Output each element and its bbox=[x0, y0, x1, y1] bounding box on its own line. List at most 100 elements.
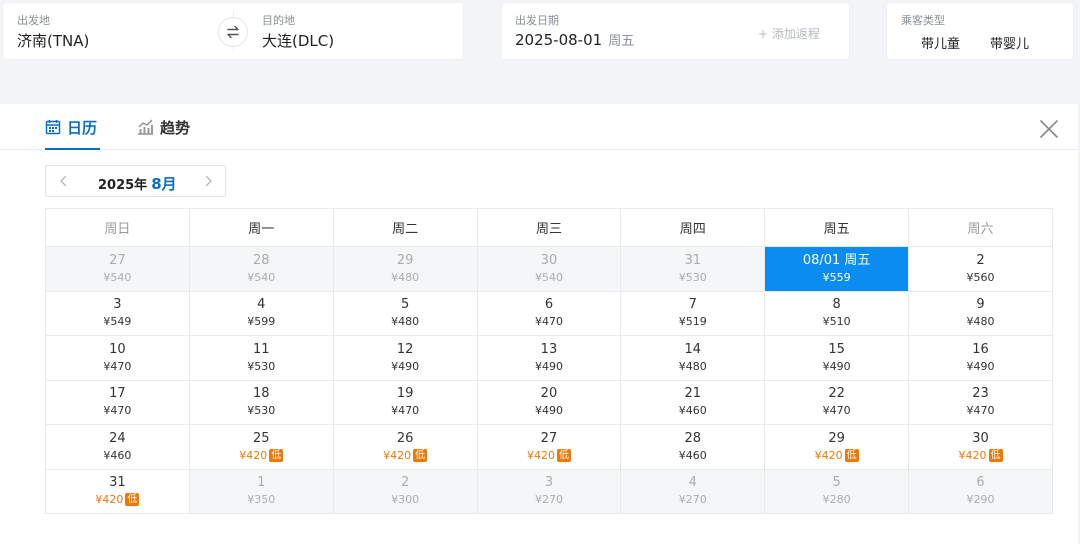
low-price-badge: 低 bbox=[556, 448, 571, 462]
day-price: ¥300 bbox=[391, 493, 420, 507]
day-price-row: ¥490 bbox=[765, 359, 908, 374]
day-price: ¥490 bbox=[966, 359, 995, 373]
calendar-day-cell[interactable]: 21 ¥460 bbox=[620, 379, 766, 425]
calendar-day-cell[interactable]: 13 ¥490 bbox=[476, 335, 622, 381]
day-number: 30 bbox=[972, 430, 989, 446]
day-price-row: ¥460 bbox=[621, 403, 764, 418]
day-price-row: ¥510 bbox=[765, 314, 908, 329]
day-price: ¥470 bbox=[391, 404, 420, 418]
day-number: 9 bbox=[976, 297, 985, 313]
day-price-row: ¥480 bbox=[334, 314, 477, 329]
tab-calendar[interactable]: 日历 bbox=[45, 117, 100, 150]
prev-month-icon[interactable] bbox=[56, 173, 72, 189]
calendar-day-cell[interactable]: 18 ¥530 bbox=[188, 379, 334, 425]
trend-chart-icon bbox=[138, 119, 153, 135]
calendar-day-cell[interactable]: 30 ¥420 低 bbox=[908, 424, 1053, 470]
calendar-week-row: 27 ¥540 28 ¥540 29 ¥480 30 ¥540 31 ¥530 08/01 周五 ¥5… bbox=[45, 246, 1053, 292]
calendar-day-cell[interactable]: 6 ¥470 bbox=[476, 290, 622, 336]
calendar-body: 27 ¥540 28 ¥540 29 ¥480 30 ¥540 31 ¥530 08/01 周五 ¥5… bbox=[45, 246, 1053, 514]
day-price-row: ¥420 低 bbox=[909, 448, 1052, 463]
day-price: ¥530 bbox=[247, 404, 276, 418]
calendar-day-cell[interactable]: 2 ¥300 bbox=[332, 468, 478, 514]
date-field[interactable]: 2025-08-01 周五 bbox=[515, 30, 634, 49]
day-price: ¥470 bbox=[103, 359, 132, 373]
calendar-day-cell[interactable]: 3 ¥270 bbox=[476, 468, 622, 514]
low-price-badge: 低 bbox=[988, 448, 1003, 462]
calendar-day-cell[interactable]: 20 ¥490 bbox=[476, 379, 622, 425]
with-child-option[interactable]: 带儿童 bbox=[921, 33, 960, 52]
day-price: ¥540 bbox=[534, 270, 563, 284]
calendar-day-cell[interactable]: 15 ¥490 bbox=[764, 335, 910, 381]
calendar-day-cell[interactable]: 22 ¥470 bbox=[764, 379, 910, 425]
calendar-day-cell[interactable]: 30 ¥540 bbox=[476, 246, 622, 292]
calendar-day-cell[interactable]: 10 ¥470 bbox=[45, 335, 190, 381]
day-price: ¥290 bbox=[966, 493, 995, 507]
calendar-day-cell[interactable]: 25 ¥420 低 bbox=[188, 424, 334, 470]
calendar-day-cell[interactable]: 16 ¥490 bbox=[908, 335, 1053, 381]
calendar-day-cell[interactable]: 4 ¥270 bbox=[620, 468, 766, 514]
calendar-day-cell[interactable]: 11 ¥530 bbox=[188, 335, 334, 381]
day-number: 29 bbox=[396, 252, 414, 268]
calendar-day-cell[interactable]: 29 ¥420 低 bbox=[764, 424, 910, 470]
with-infant-option[interactable]: 带婴儿 bbox=[990, 33, 1029, 52]
calendar-day-cell[interactable]: 29 ¥480 bbox=[332, 246, 478, 292]
day-price-row: ¥549 bbox=[46, 314, 189, 329]
calendar-day-cell[interactable]: 19 ¥470 bbox=[332, 379, 478, 425]
calendar-day-cell[interactable]: 27 ¥540 bbox=[45, 246, 190, 292]
calendar-day-cell[interactable]: 28 ¥540 bbox=[188, 246, 334, 292]
calendar-day-cell[interactable]: 2 ¥560 bbox=[908, 246, 1053, 292]
day-price: ¥420 bbox=[383, 448, 412, 462]
day-price-row: ¥470 bbox=[46, 403, 189, 418]
calendar-day-cell[interactable]: 12 ¥490 bbox=[332, 335, 478, 381]
day-price-row: ¥290 bbox=[909, 492, 1052, 507]
dest-field[interactable]: 大连(DLC) bbox=[262, 30, 334, 51]
weekday-mon: 周一 bbox=[188, 208, 334, 247]
close-icon[interactable] bbox=[1038, 118, 1060, 140]
calendar-day-cell[interactable]: 27 ¥420 低 bbox=[476, 424, 622, 470]
calendar-day-cell[interactable]: 6 ¥290 bbox=[908, 468, 1053, 514]
day-price: ¥420 bbox=[239, 448, 268, 462]
swap-route-button[interactable] bbox=[218, 17, 248, 47]
day-price: ¥420 bbox=[814, 448, 843, 462]
day-price: ¥460 bbox=[103, 448, 132, 462]
calendar-day-cell[interactable]: 9 ¥480 bbox=[908, 290, 1053, 336]
calendar-day-cell[interactable]: 08/01 周五 ¥559 bbox=[764, 246, 910, 292]
day-number: 16 bbox=[972, 341, 989, 357]
day-price: ¥270 bbox=[534, 493, 563, 507]
calendar-day-cell[interactable]: 24 ¥460 bbox=[45, 424, 190, 470]
calendar-day-cell[interactable]: 4 ¥599 bbox=[188, 290, 334, 336]
day-price: ¥519 bbox=[678, 315, 707, 329]
origin-field[interactable]: 济南(TNA) bbox=[17, 30, 89, 51]
day-number: 6 bbox=[976, 475, 985, 491]
route-card: 出发地 济南(TNA) 目的地 大连(DLC) bbox=[3, 3, 463, 59]
calendar-day-cell[interactable]: 31 ¥530 bbox=[620, 246, 766, 292]
current-year: 2025年 bbox=[98, 178, 148, 193]
date-label: 出发日期 bbox=[515, 14, 559, 27]
calendar-day-cell[interactable]: 26 ¥420 低 bbox=[332, 424, 478, 470]
calendar-day-cell[interactable]: 17 ¥470 bbox=[45, 379, 190, 425]
add-return-button[interactable]: + 添加返程 bbox=[758, 25, 820, 42]
calendar-day-cell[interactable]: 28 ¥460 bbox=[620, 424, 766, 470]
weekday-fri: 周五 bbox=[764, 208, 910, 247]
day-number: 23 bbox=[972, 386, 989, 402]
calendar-day-cell[interactable]: 14 ¥480 bbox=[620, 335, 766, 381]
day-price: ¥530 bbox=[247, 359, 276, 373]
day-number: 31 bbox=[109, 475, 126, 491]
day-price-row: ¥470 bbox=[334, 403, 477, 418]
calendar-day-cell[interactable]: 23 ¥470 bbox=[908, 379, 1053, 425]
calendar-day-cell[interactable]: 8 ¥510 bbox=[764, 290, 910, 336]
day-price: ¥599 bbox=[247, 315, 276, 329]
day-price-row: ¥280 bbox=[765, 492, 908, 507]
day-number: 2 bbox=[400, 475, 410, 491]
day-price: ¥470 bbox=[103, 404, 132, 418]
calendar-day-cell[interactable]: 7 ¥519 bbox=[620, 290, 766, 336]
calendar-day-cell[interactable]: 1 ¥350 bbox=[188, 468, 334, 514]
tab-trend[interactable]: 趋势 bbox=[137, 117, 197, 150]
calendar-day-cell[interactable]: 5 ¥480 bbox=[332, 290, 478, 336]
calendar-day-cell[interactable]: 3 ¥549 bbox=[45, 290, 190, 336]
day-price-row: ¥460 bbox=[46, 448, 189, 463]
day-price-row: ¥490 bbox=[334, 359, 477, 374]
next-month-icon[interactable] bbox=[200, 173, 216, 189]
calendar-day-cell[interactable]: 31 ¥420 低 bbox=[45, 468, 190, 514]
calendar-day-cell[interactable]: 5 ¥280 bbox=[764, 468, 910, 514]
